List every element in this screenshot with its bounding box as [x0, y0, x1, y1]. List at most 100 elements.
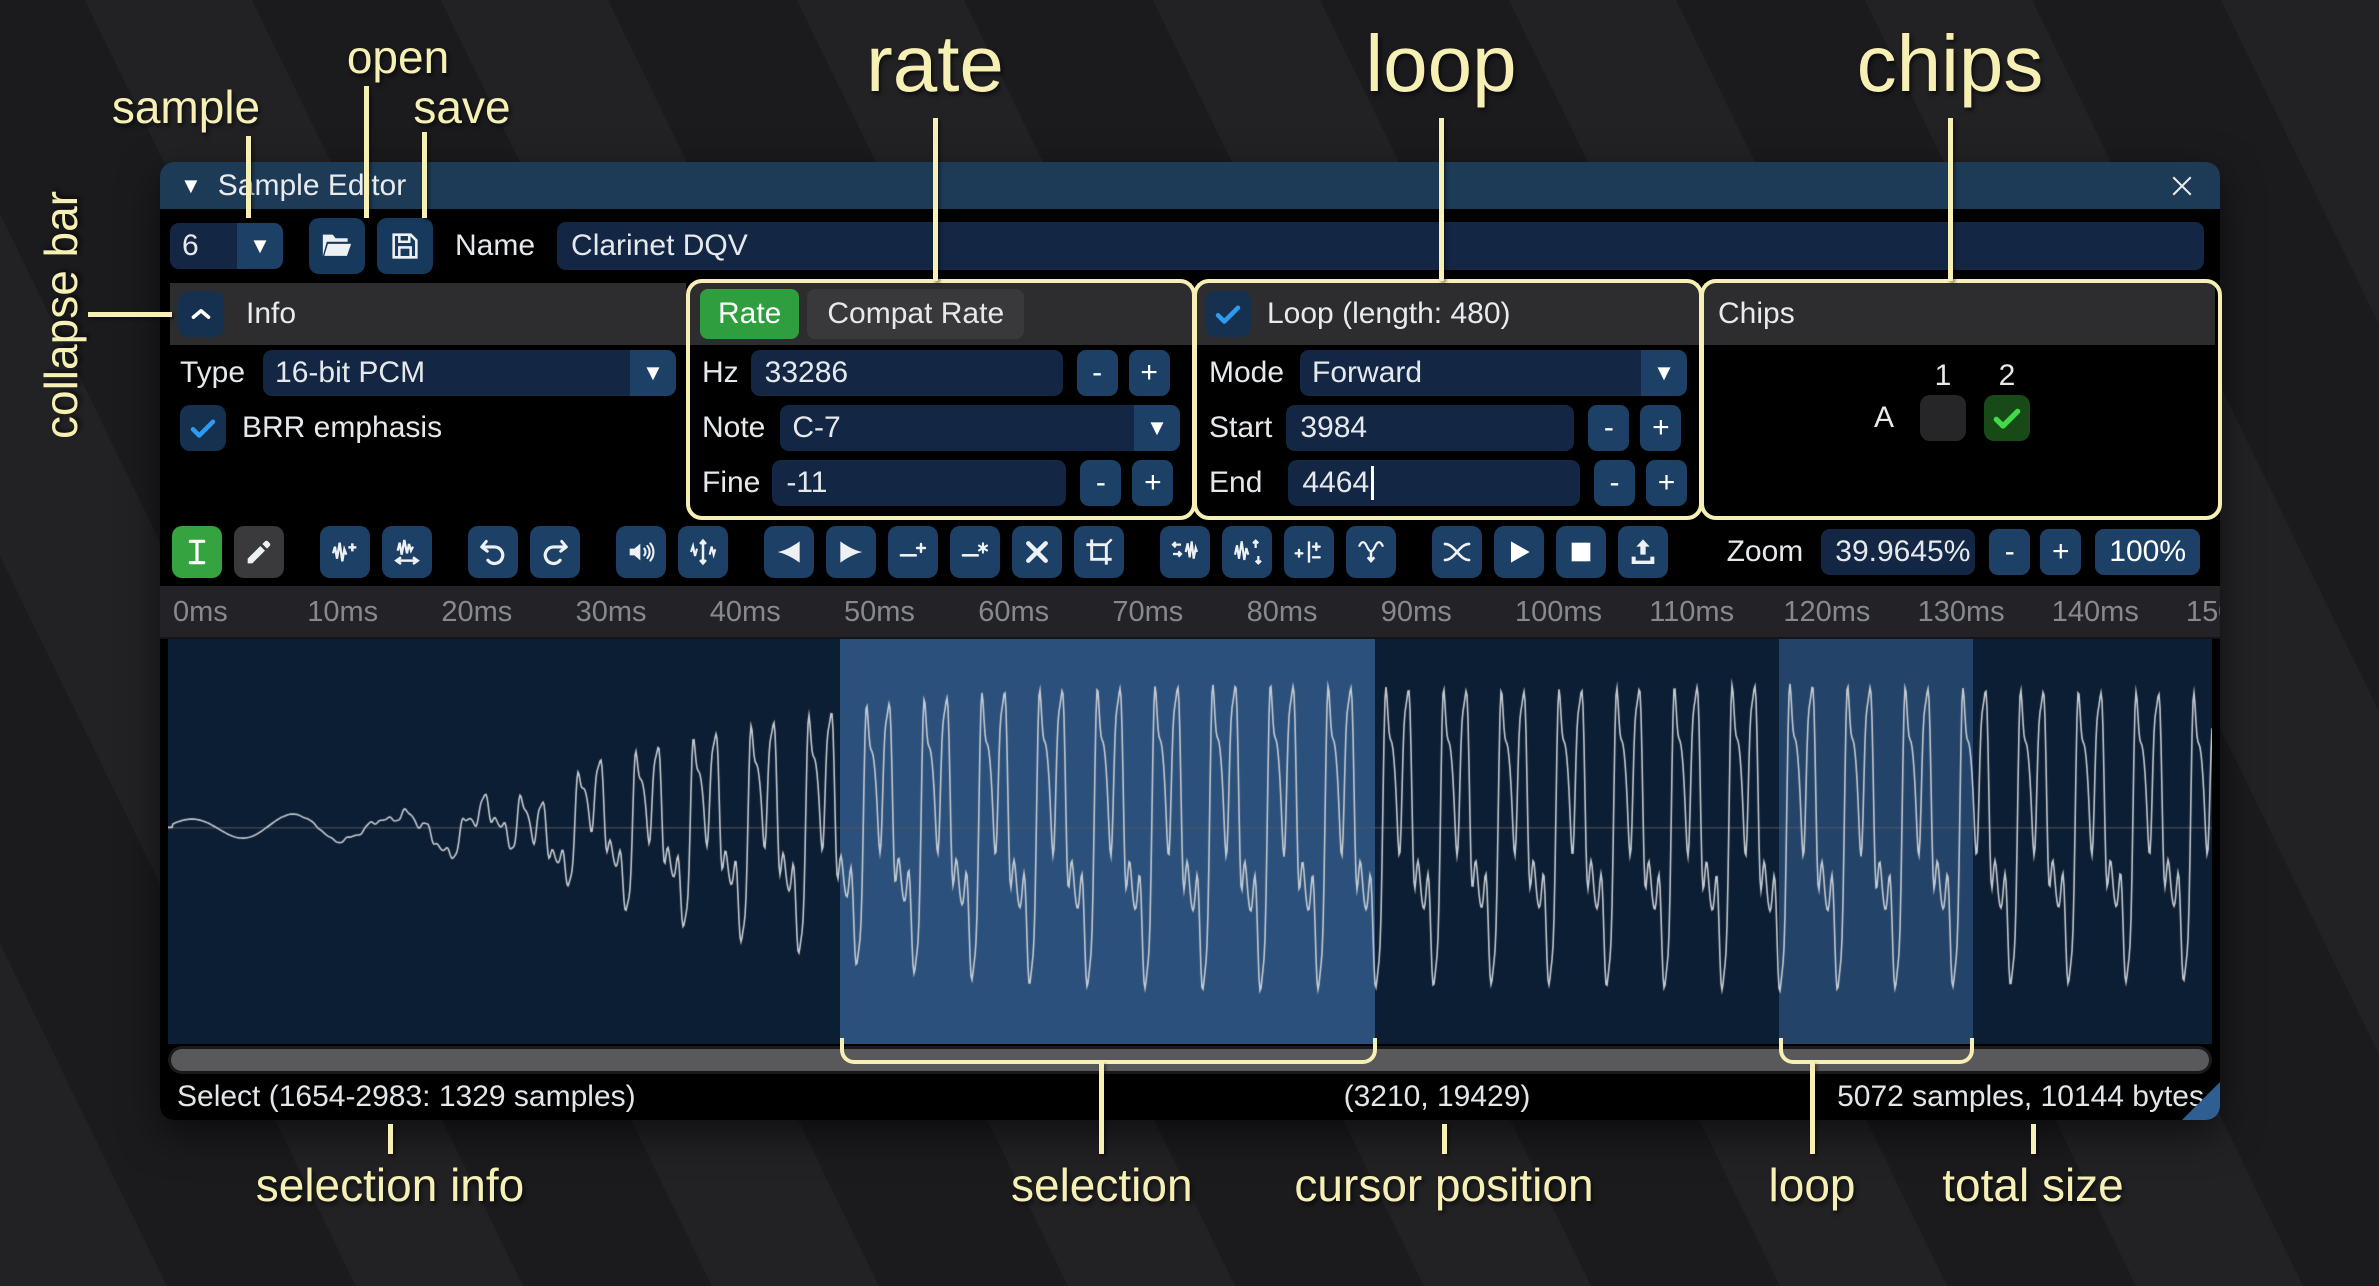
name-input[interactable]: Clarinet DQV: [557, 222, 2204, 270]
hz-minus-button[interactable]: -: [1077, 350, 1118, 396]
loop-end-value: 4464: [1302, 466, 1369, 500]
hz-value: 33286: [765, 356, 848, 390]
undo-button[interactable]: [468, 526, 518, 578]
annotation-loop-bottom: loop: [1722, 1158, 1902, 1212]
annotation-chips: chips: [1800, 18, 2100, 110]
annotation-collapse-line: [88, 312, 172, 317]
hz-input[interactable]: 33286: [751, 350, 1063, 396]
apply-silence-button[interactable]: [950, 526, 1000, 578]
zoom-value: 39.9645%: [1835, 535, 1970, 569]
invert-button[interactable]: [1222, 526, 1272, 578]
waveform-view[interactable]: [168, 639, 2212, 1044]
annotation-save: save: [372, 80, 552, 134]
zoom-out-button[interactable]: -: [1989, 529, 2030, 575]
resize-button[interactable]: [320, 526, 370, 578]
undo-icon: [477, 536, 509, 568]
edit-draw-button[interactable]: [234, 526, 284, 578]
delete-button[interactable]: [1012, 526, 1062, 578]
ruler-tick: 140ms: [2052, 596, 2139, 629]
fade-out-button[interactable]: [826, 526, 876, 578]
time-ruler[interactable]: 0ms10ms20ms30ms40ms50ms60ms70ms80ms90ms1…: [160, 586, 2220, 639]
apply-filter-button[interactable]: [1346, 526, 1396, 578]
ruler-tick: 90ms: [1381, 596, 1452, 629]
import-button[interactable]: [1618, 526, 1668, 578]
zoom-label: Zoom: [1727, 535, 1804, 569]
reverse-button[interactable]: [1160, 526, 1210, 578]
annotation-loop-top-line: [1439, 118, 1444, 281]
filter-icon: [1355, 536, 1387, 568]
zoom-in-button[interactable]: +: [2040, 529, 2081, 575]
fine-input[interactable]: -11: [772, 460, 1066, 506]
chip-1-checkbox[interactable]: [1920, 395, 1966, 441]
pencil-icon: [243, 536, 275, 568]
fade-in-button[interactable]: [764, 526, 814, 578]
chevron-down-icon[interactable]: ▼: [630, 350, 676, 396]
titlebar[interactable]: ▼ Sample Editor: [160, 162, 2220, 209]
window-collapse-icon[interactable]: ▼: [180, 173, 202, 199]
selection-region[interactable]: [840, 639, 1375, 1044]
resample-button[interactable]: [382, 526, 432, 578]
status-bar: Select (1654-2983: 1329 samples) (3210, …: [160, 1074, 2220, 1120]
normalize-button[interactable]: [678, 526, 728, 578]
fade-out-icon: [835, 536, 867, 568]
annotation-selection-info: selection info: [240, 1158, 540, 1212]
brr-emphasis-checkbox[interactable]: [180, 405, 226, 451]
zoom-input[interactable]: 39.9645%: [1821, 529, 1975, 575]
hz-label: Hz: [702, 356, 739, 390]
loop-region[interactable]: [1779, 639, 1972, 1044]
fine-plus-button[interactable]: +: [1132, 460, 1173, 506]
sample-selector[interactable]: 6 ▼: [170, 223, 283, 269]
loop-end-label: End: [1209, 466, 1262, 500]
loop-start-input[interactable]: 3984: [1286, 405, 1574, 451]
selection-info-text: Select (1654-2983: 1329 samples): [177, 1080, 636, 1114]
rate-mode-button[interactable]: Rate: [700, 289, 799, 339]
loop-start-value: 3984: [1300, 411, 1367, 445]
compat-rate-button[interactable]: Compat Rate: [807, 289, 1024, 339]
close-icon[interactable]: [2162, 166, 2202, 206]
chips-panel-title: Chips: [1718, 297, 1795, 331]
annotation-cursor-position: cursor position: [1294, 1158, 1594, 1212]
open-button[interactable]: [309, 218, 365, 274]
resize-grip[interactable]: [2182, 1082, 2220, 1120]
type-select[interactable]: 16-bit PCM ▼: [263, 350, 676, 396]
loop-start-plus-button[interactable]: +: [1640, 405, 1681, 451]
note-label: Note: [702, 411, 765, 445]
zoom-reset-button[interactable]: 100%: [2095, 529, 2200, 575]
crossfade-loop-button[interactable]: [1432, 526, 1482, 578]
total-size-text: 5072 samples, 10144 bytes: [1837, 1080, 2204, 1114]
chip-2-checkbox[interactable]: [1984, 395, 2030, 441]
selection-bracket: [840, 1038, 1377, 1064]
loop-start-minus-button[interactable]: -: [1588, 405, 1629, 451]
fine-label: Fine: [702, 466, 760, 500]
edit-select-button[interactable]: [172, 526, 222, 578]
cursor-position-text: (3210, 19429): [1287, 1080, 1587, 1114]
chips-panel: Chips 1 2 A: [1704, 283, 2215, 518]
trim-icon: [1083, 536, 1115, 568]
loop-end-plus-button[interactable]: +: [1646, 460, 1687, 506]
trim-button[interactable]: [1074, 526, 1124, 578]
loop-mode-select[interactable]: Forward ▼: [1300, 350, 1687, 396]
loop-end-minus-button[interactable]: -: [1594, 460, 1635, 506]
ruler-tick: 120ms: [1783, 596, 1870, 629]
hz-plus-button[interactable]: +: [1129, 350, 1170, 396]
ruler-tick: 110ms: [1649, 596, 1734, 629]
insert-silence-button[interactable]: [888, 526, 938, 578]
chevron-down-icon[interactable]: ▼: [237, 223, 283, 269]
save-button[interactable]: [377, 218, 433, 274]
loop-enable-checkbox[interactable]: [1205, 291, 1251, 337]
chevron-down-icon[interactable]: ▼: [1641, 350, 1687, 396]
text-cursor: [1371, 466, 1374, 500]
stop-preview-button[interactable]: [1556, 526, 1606, 578]
fine-minus-button[interactable]: -: [1080, 460, 1121, 506]
signed-unsigned-button[interactable]: [1284, 526, 1334, 578]
info-collapse-button[interactable]: [178, 291, 224, 337]
chevron-down-icon[interactable]: ▼: [1134, 405, 1180, 451]
preview-button[interactable]: [1494, 526, 1544, 578]
redo-button[interactable]: [530, 526, 580, 578]
invert-icon: [1231, 536, 1263, 568]
loop-end-input[interactable]: 4464: [1288, 460, 1580, 506]
delete-icon: [1021, 536, 1053, 568]
amplify-button[interactable]: [616, 526, 666, 578]
note-select[interactable]: C-7 ▼: [780, 405, 1180, 451]
ruler-tick: 130ms: [1918, 596, 2005, 629]
